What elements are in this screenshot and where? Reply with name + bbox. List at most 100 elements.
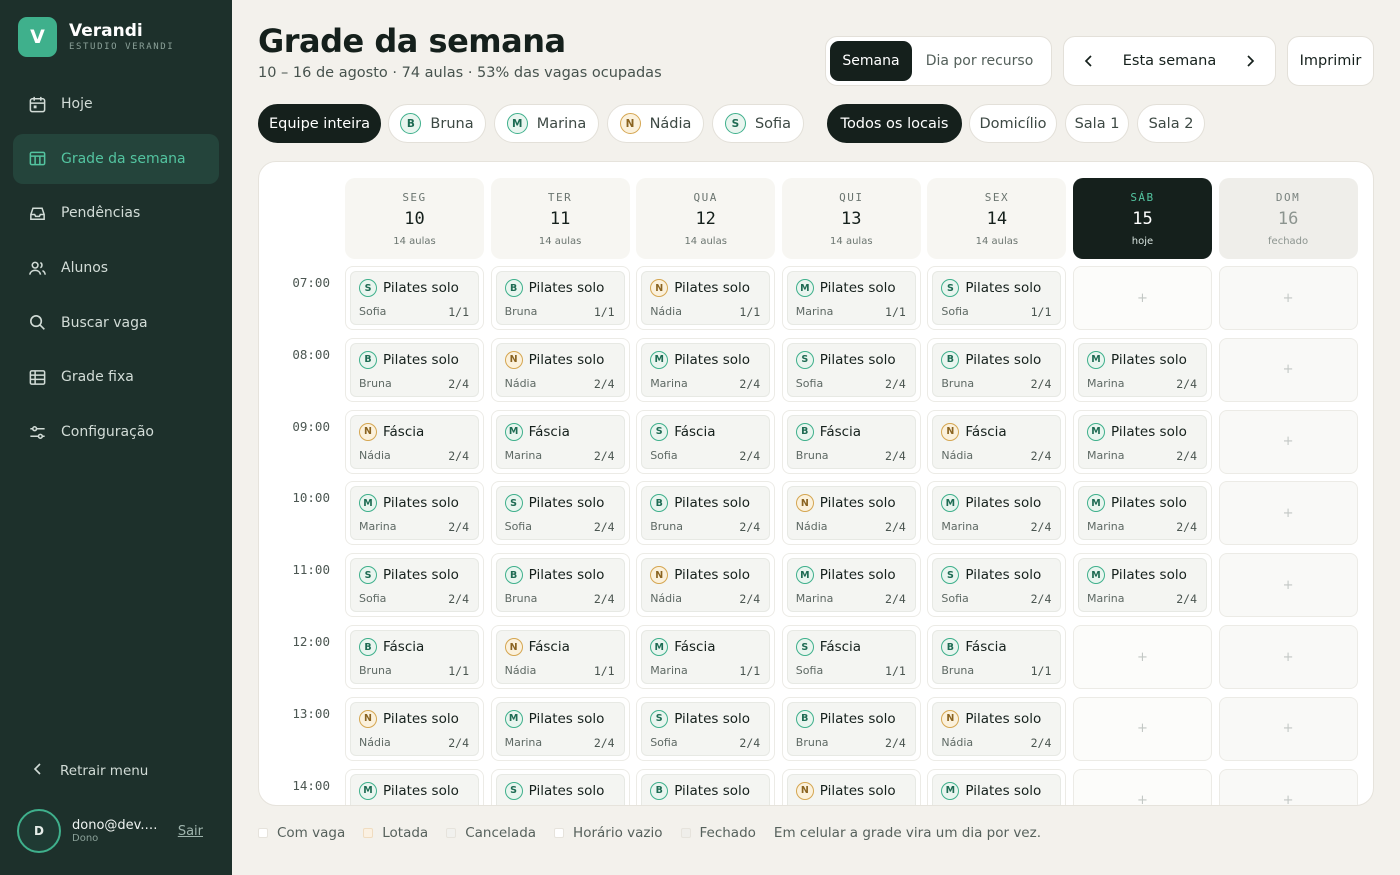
schedule-slot[interactable]: MPilates soloMarina2/4	[781, 553, 921, 618]
empty-slot[interactable]: +	[1218, 481, 1358, 546]
class-card[interactable]: B Pilates solo Bruna 1/1	[495, 271, 625, 325]
class-card[interactable]: MPilates soloMarina2/4	[932, 773, 1062, 805]
schedule-slot[interactable]: BPilates soloBruna2/4	[927, 337, 1067, 402]
class-card[interactable]: S Pilates solo Sofia 2/4	[932, 558, 1062, 613]
class-card[interactable]: MPilates soloMarina2/4	[1078, 414, 1207, 469]
schedule-slot[interactable]: NPilates soloNádia2/4	[345, 696, 484, 761]
schedule-slot[interactable]: B Fáscia Bruna 2/4	[781, 409, 921, 474]
class-card[interactable]: MPilates soloMarina2/4	[1078, 486, 1207, 541]
sidebar-item-alunos[interactable]: Alunos	[13, 243, 219, 293]
day-header-qua[interactable]: QUA 12 14 aulas	[636, 178, 776, 259]
schedule-slot[interactable]: MPilates soloMarina2/4	[345, 481, 484, 546]
next-week-button[interactable]	[1239, 50, 1261, 72]
sidebar-item-grade-da-semana[interactable]: Grade da semana	[13, 133, 219, 184]
day-header-sáb[interactable]: SÁB 15 hoje	[1073, 178, 1212, 259]
class-card[interactable]: B Fáscia Bruna 1/1	[932, 630, 1062, 684]
class-card[interactable]: N Pilates solo Nádia 1/1	[641, 271, 771, 325]
schedule-slot[interactable]: BPilates soloBruna2/4	[490, 553, 630, 618]
class-card[interactable]: M Fáscia Marina 1/1	[641, 630, 771, 684]
class-card[interactable]: MPilates soloMarina2/4	[350, 773, 479, 805]
sidebar-item-grade-fixa[interactable]: Grade fixa	[13, 352, 219, 402]
schedule-slot[interactable]: M Fáscia Marina 2/4	[490, 409, 630, 474]
avatar[interactable]: D	[17, 809, 61, 853]
sidebar-item-configuracao[interactable]: Configuração	[13, 407, 219, 457]
schedule-slot[interactable]: S Fáscia Sofia 2/4	[636, 409, 776, 474]
class-card[interactable]: B Fáscia Bruna 2/4	[786, 414, 916, 469]
class-card[interactable]: N Fáscia Nádia 1/1	[495, 630, 625, 684]
class-card[interactable]: S Pilates solo Sofia 2/4	[641, 701, 771, 756]
filter-team-bruna[interactable]: B Bruna	[388, 104, 486, 143]
class-card[interactable]: BPilates soloBruna2/4	[932, 342, 1062, 397]
schedule-slot[interactable]: NPilates soloNádia2/4	[927, 696, 1067, 761]
class-card[interactable]: MPilates soloMarina2/4	[1078, 558, 1207, 613]
sidebar-item-pendencias[interactable]: Pendências	[13, 188, 219, 238]
schedule-slot[interactable]: B Pilates solo Bruna 1/1	[490, 266, 630, 330]
class-card[interactable]: N Fáscia Nádia 2/4	[350, 414, 479, 469]
schedule-slot[interactable]: MPilates soloMarina2/4	[1073, 337, 1212, 402]
previous-week-button[interactable]	[1078, 50, 1100, 72]
schedule-slot[interactable]: S Fáscia Sofia 1/1	[781, 625, 921, 689]
class-card[interactable]: S Pilates solo Sofia 2/4	[350, 558, 479, 613]
schedule-slot[interactable]: MPilates soloMarina2/4	[490, 696, 630, 761]
class-card[interactable]: S Pilates solo Sofia 1/1	[932, 271, 1062, 325]
empty-slot[interactable]: +	[1073, 266, 1212, 330]
class-card[interactable]: MPilates soloMarina2/4	[641, 342, 771, 397]
sidebar-item-hoje[interactable]: Hoje	[13, 79, 219, 129]
schedule-slot[interactable]: B Fáscia Bruna 1/1	[345, 625, 484, 689]
schedule-slot[interactable]: MPilates soloMarina2/4	[1073, 481, 1212, 546]
class-card[interactable]: BPilates soloBruna2/4	[641, 773, 771, 805]
class-card[interactable]: B Fáscia Bruna 1/1	[350, 630, 479, 684]
schedule-slot[interactable]: MPilates soloMarina2/4	[927, 481, 1067, 546]
class-card[interactable]: NPilates soloNádia2/4	[932, 701, 1062, 756]
brand[interactable]: V Verandi ESTUDIO VERANDI	[18, 17, 174, 57]
schedule-slot[interactable]: BPilates soloBruna2/4	[636, 768, 776, 805]
class-card[interactable]: NPilates soloNádia2/4	[786, 773, 916, 805]
class-card[interactable]: NPilates soloNádia2/4	[786, 486, 916, 541]
class-card[interactable]: NPilates soloNádia2/4	[495, 342, 625, 397]
class-card[interactable]: MPilates soloMarina2/4	[786, 558, 916, 613]
print-button[interactable]: Imprimir	[1287, 36, 1374, 86]
day-header-seg[interactable]: SEG 10 14 aulas	[345, 178, 484, 259]
class-card[interactable]: BPilates soloBruna2/4	[495, 558, 625, 613]
schedule-slot[interactable]: MPilates soloMarina2/4	[1073, 553, 1212, 618]
empty-slot[interactable]: +	[1218, 696, 1358, 761]
schedule-slot[interactable]: MPilates soloMarina2/4	[1073, 409, 1212, 474]
schedule-slot[interactable]: N Fáscia Nádia 2/4	[345, 409, 484, 474]
logout-link[interactable]: Sair	[178, 824, 203, 839]
empty-slot[interactable]: +	[1073, 696, 1212, 761]
filter-team-marina[interactable]: M Marina	[494, 104, 599, 143]
sidebar-item-buscar-vaga[interactable]: Buscar vaga	[13, 298, 219, 348]
schedule-slot[interactable]: NPilates soloNádia2/4	[490, 337, 630, 402]
filter-location-domicilio[interactable]: Domicílio	[969, 104, 1057, 143]
schedule-slot[interactable]: S Pilates solo Sofia 1/1	[345, 266, 484, 330]
class-card[interactable]: MPilates soloMarina2/4	[350, 486, 479, 541]
class-card[interactable]: NPilates soloNádia2/4	[641, 558, 771, 613]
empty-slot[interactable]: +	[1218, 768, 1358, 805]
schedule-slot[interactable]: M Fáscia Marina 1/1	[636, 625, 776, 689]
schedule-slot[interactable]: MPilates soloMarina2/4	[636, 337, 776, 402]
tab-semana[interactable]: Semana	[830, 41, 912, 81]
collapse-menu-button[interactable]: Retrair menu	[30, 761, 148, 781]
class-card[interactable]: S Pilates solo Sofia 1/1	[350, 271, 479, 325]
class-card[interactable]: MPilates soloMarina2/4	[495, 701, 625, 756]
schedule-slot[interactable]: BPilates soloBruna2/4	[345, 337, 484, 402]
schedule-slot[interactable]: MPilates soloMarina2/4	[345, 768, 484, 805]
filter-team-all[interactable]: Equipe inteira	[258, 104, 381, 143]
schedule-slot[interactable]: B Fáscia Bruna 1/1	[927, 625, 1067, 689]
empty-slot[interactable]: +	[1073, 768, 1212, 805]
tab-dia-por-recurso[interactable]: Dia por recurso	[912, 41, 1047, 81]
schedule-slot[interactable]: MPilates soloMarina2/4	[927, 768, 1067, 805]
schedule-slot[interactable]: N Pilates solo Nádia 1/1	[636, 266, 776, 330]
class-card[interactable]: N Fáscia Nádia 2/4	[932, 414, 1062, 469]
filter-location-all[interactable]: Todos os locais	[827, 104, 962, 143]
day-header-qui[interactable]: QUI 13 14 aulas	[781, 178, 921, 259]
schedule-slot[interactable]: NPilates soloNádia2/4	[781, 768, 921, 805]
class-card[interactable]: M Pilates solo Marina 1/1	[786, 271, 916, 325]
empty-slot[interactable]: +	[1218, 266, 1358, 330]
schedule-slot[interactable]: BPilates soloBruna2/4	[636, 481, 776, 546]
day-header-ter[interactable]: TER 11 14 aulas	[490, 178, 630, 259]
day-header-dom[interactable]: DOM 16 fechado	[1218, 178, 1358, 259]
schedule-slot[interactable]: S Pilates solo Sofia 1/1	[927, 266, 1067, 330]
empty-slot[interactable]: +	[1218, 625, 1358, 689]
schedule-slot[interactable]: S Pilates solo Sofia 2/4	[345, 553, 484, 618]
